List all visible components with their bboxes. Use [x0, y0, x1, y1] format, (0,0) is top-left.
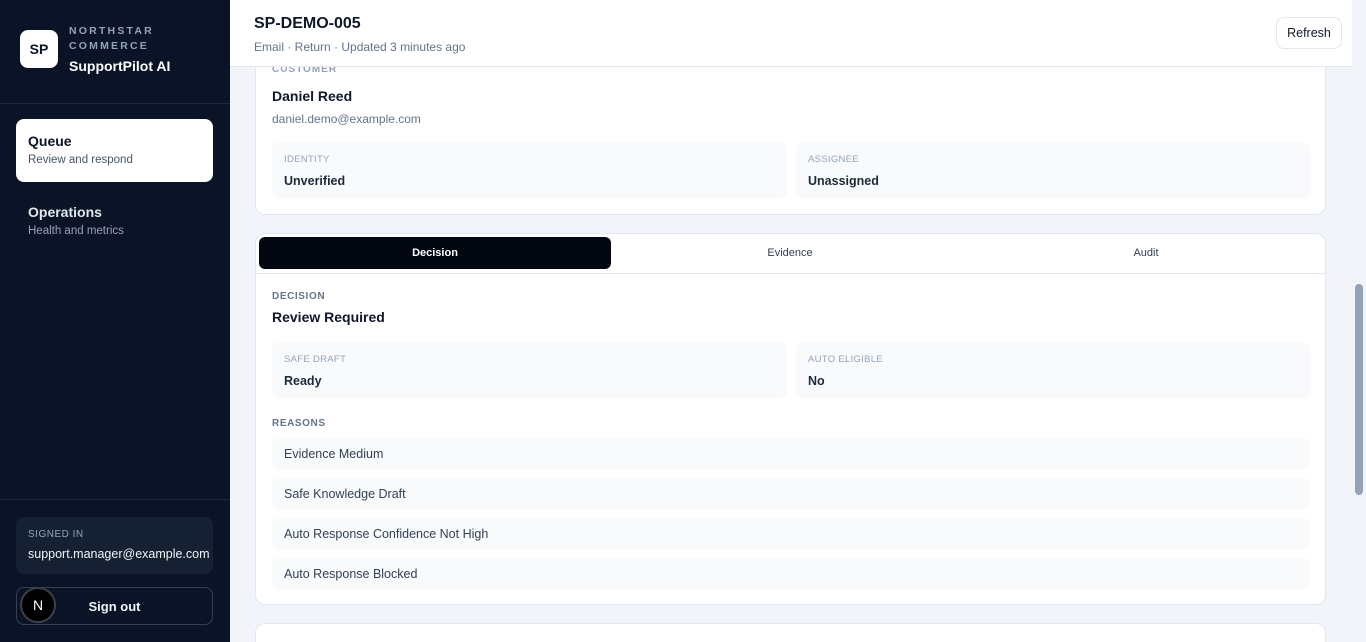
next-card — [255, 623, 1326, 642]
sidebar-divider — [0, 499, 230, 500]
nav-item-subtitle: Health and metrics — [28, 225, 124, 237]
ticket-header: SP-DEMO-005 Email · Return · Updated 3 m… — [230, 0, 1352, 67]
decision-value: Review Required — [272, 309, 385, 325]
tab-evidence[interactable]: Evidence — [614, 237, 966, 269]
nav-item-queue[interactable]: Queue Review and respond — [16, 119, 213, 182]
customer-name: Daniel Reed — [272, 88, 353, 104]
auto-eligible-label: AUTO ELIGIBLE — [808, 354, 884, 365]
safe-draft-label: SAFE DRAFT — [284, 354, 347, 365]
nav-item-label: Queue — [28, 133, 72, 149]
identity-box: IDENTITY Unverified — [272, 142, 787, 199]
sidebar: SP NORTHSTAR COMMERCE SupportPilot AI Qu… — [0, 0, 230, 642]
tab-bar: Decision Evidence Audit — [256, 234, 1325, 274]
assignee-label: ASSIGNEE — [808, 154, 859, 165]
safe-draft-box: SAFE DRAFT Ready — [272, 342, 787, 399]
brand: SP NORTHSTAR COMMERCE SupportPilot AI — [20, 24, 170, 74]
reason-item: Auto Response Confidence Not High — [272, 518, 1310, 549]
signed-in-panel: SIGNED IN support.manager@example.com — [16, 517, 213, 574]
safe-draft-value: Ready — [284, 374, 322, 388]
customer-email: daniel.demo@example.com — [272, 112, 421, 126]
nav-item-operations[interactable]: Operations Health and metrics — [16, 190, 213, 253]
scrollbar[interactable] — [1352, 0, 1366, 642]
signed-in-email: support.manager@example.com — [28, 547, 210, 561]
brand-app-name: SupportPilot AI — [69, 58, 171, 74]
scrollbar-thumb[interactable] — [1355, 284, 1363, 495]
assignee-box: ASSIGNEE Unassigned — [796, 142, 1311, 199]
sidebar-divider — [0, 103, 230, 104]
auto-eligible-box: AUTO ELIGIBLE No — [796, 342, 1311, 399]
nav-item-subtitle: Review and respond — [28, 154, 133, 166]
brand-company: NORTHSTAR COMMERCE — [69, 25, 154, 52]
decision-label: DECISION — [272, 291, 326, 302]
assignee-value: Unassigned — [808, 174, 879, 188]
reason-item: Auto Response Blocked — [272, 558, 1310, 589]
ticket-id: SP-DEMO-005 — [254, 15, 361, 32]
nav-item-label: Operations — [28, 204, 102, 220]
decision-card: Decision Evidence Audit DECISION Review … — [255, 233, 1326, 605]
brand-logo: SP — [20, 30, 58, 68]
identity-value: Unverified — [284, 174, 346, 188]
refresh-button[interactable]: Refresh — [1276, 17, 1342, 49]
reason-item: Safe Knowledge Draft — [272, 478, 1310, 509]
reasons-label: REASONS — [272, 418, 326, 429]
auto-eligible-value: No — [808, 374, 825, 388]
ticket-meta: Email · Return · Updated 3 minutes ago — [254, 40, 466, 54]
dev-badge-icon[interactable]: N — [20, 587, 56, 623]
tab-audit[interactable]: Audit — [970, 237, 1322, 269]
reason-item: Evidence Medium — [272, 438, 1310, 469]
identity-label: IDENTITY — [284, 154, 330, 165]
tab-decision[interactable]: Decision — [259, 237, 611, 269]
signed-in-label: SIGNED IN — [28, 529, 84, 540]
